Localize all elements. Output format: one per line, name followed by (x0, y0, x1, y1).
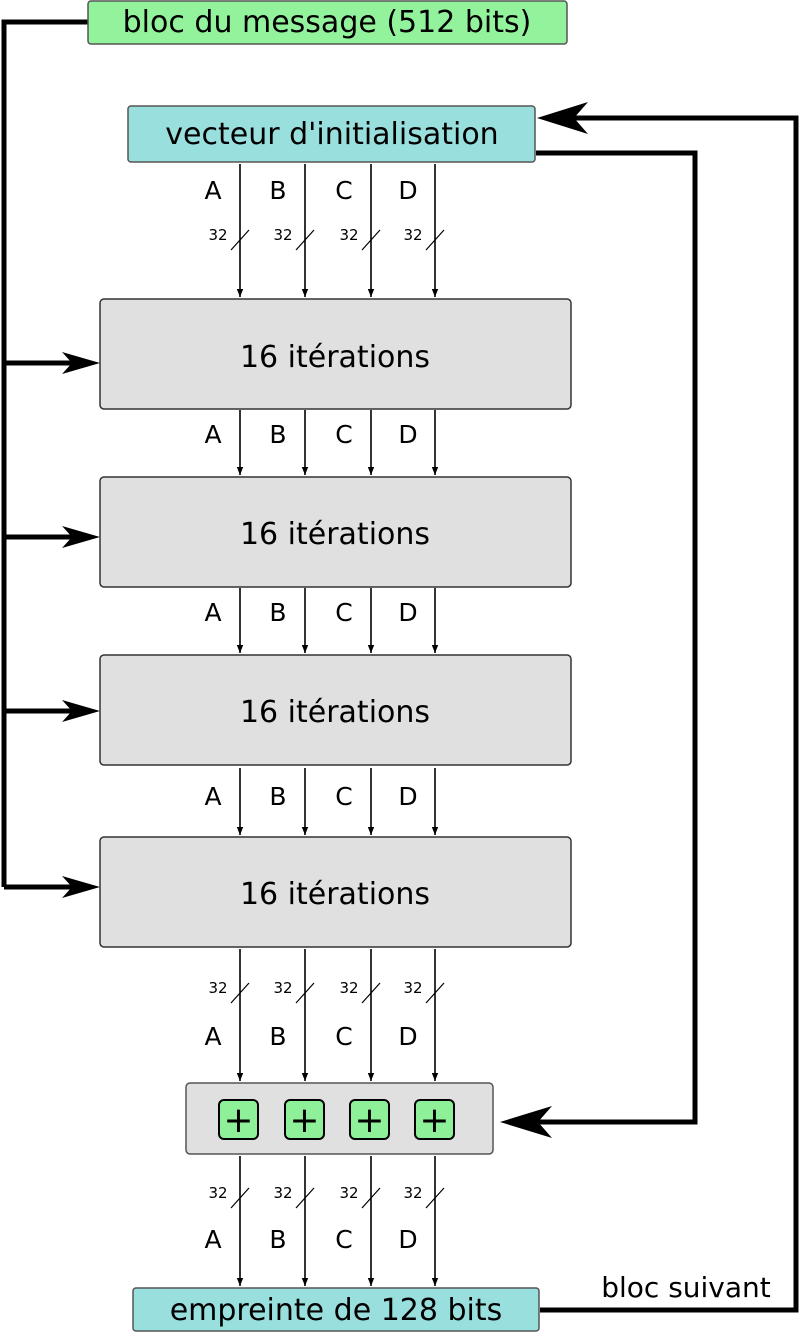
round-2: 16 itérations (99, 476, 572, 588)
bus-label-d: D (398, 1022, 417, 1051)
bus-round3-to-round4: A B C D (204, 768, 439, 835)
bus-round1-to-round2: A B C D (204, 410, 439, 475)
bus-label-c: C (335, 1022, 352, 1051)
bus-label-d: D (398, 420, 417, 449)
round-4-label: 16 itérations (240, 877, 430, 912)
plus-c-label: + (354, 1100, 384, 1141)
plus-a-label: + (223, 1100, 253, 1141)
bus-width-label: 32 (273, 226, 292, 244)
bus-label-c: C (335, 176, 352, 205)
bus-label-d: D (398, 176, 417, 205)
bus-label-a: A (204, 782, 221, 811)
plus-b-label: + (289, 1100, 319, 1141)
bus-label-b: B (269, 598, 286, 627)
bus-label-c: C (335, 782, 352, 811)
bus-label-a: A (204, 598, 221, 627)
bus-label-a: A (204, 1225, 221, 1254)
plus-box-a: + (218, 1099, 259, 1141)
output-label: empreinte de 128 bits (170, 1293, 503, 1328)
plus-d-label: + (419, 1100, 449, 1141)
round-1-label: 16 itérations (240, 340, 430, 375)
message-feed-lines (1, 19, 100, 898)
bus-label-c: C (335, 1225, 352, 1254)
bus-round4-to-adder: A 32 B 32 C 32 D 32 (204, 949, 445, 1081)
output-box: empreinte de 128 bits (132, 1287, 540, 1332)
bus-width-label: 32 (208, 979, 227, 997)
bus-width-label: 32 (208, 226, 227, 244)
bus-label-a: A (204, 420, 221, 449)
round-2-label: 16 itérations (240, 517, 430, 552)
round-4: 16 itérations (99, 836, 572, 948)
bus-label-a: A (204, 1022, 221, 1051)
message-block: bloc du message (512 bits) (87, 0, 568, 45)
bus-width-label: 32 (339, 226, 358, 244)
bus-width-label: 32 (403, 979, 422, 997)
plus-box-d: + (414, 1099, 455, 1141)
round-1: 16 itérations (99, 298, 572, 410)
bus-label-b: B (269, 782, 286, 811)
bus-label-d: D (398, 782, 417, 811)
round-3: 16 itérations (99, 654, 572, 766)
bus-width-label: 32 (403, 226, 422, 244)
next-block-label: bloc suivant (601, 1271, 771, 1304)
init-vector-label: vecteur d'initialisation (165, 117, 498, 152)
bus-width-label: 32 (339, 979, 358, 997)
bus-width-label: 32 (403, 1184, 422, 1202)
bus-label-d: D (398, 1225, 417, 1254)
bus-round2-to-round3: A B C D (204, 588, 439, 653)
bus-label-d: D (398, 598, 417, 627)
bus-label-a: A (204, 176, 221, 205)
next-block-loop (537, 102, 799, 1313)
bus-width-label: 32 (208, 1184, 227, 1202)
bus-label-c: C (335, 598, 352, 627)
bus-label-b: B (269, 420, 286, 449)
init-vector-box: vecteur d'initialisation (127, 105, 536, 163)
bus-width-label: 32 (339, 1184, 358, 1202)
adder-block: + + + + (185, 1082, 494, 1155)
bus-label-b: B (269, 1022, 286, 1051)
bus-label-b: B (269, 1225, 286, 1254)
bus-label-c: C (335, 420, 352, 449)
plus-box-c: + (349, 1099, 390, 1141)
bus-width-label: 32 (273, 979, 292, 997)
bus-width-label: 32 (273, 1184, 292, 1202)
round-3-label: 16 itérations (240, 695, 430, 730)
bus-adder-to-output: A 32 B 32 C 32 D 32 (204, 1156, 445, 1286)
md5-diagram: bloc du message (512 bits) vecteur d'ini… (1, 0, 799, 1332)
plus-box-b: + (284, 1099, 325, 1141)
bus-label-b: B (269, 176, 286, 205)
bus-iv-to-round1: A 32 B 32 C 32 D 32 (204, 164, 445, 297)
message-block-label: bloc du message (512 bits) (123, 5, 532, 40)
